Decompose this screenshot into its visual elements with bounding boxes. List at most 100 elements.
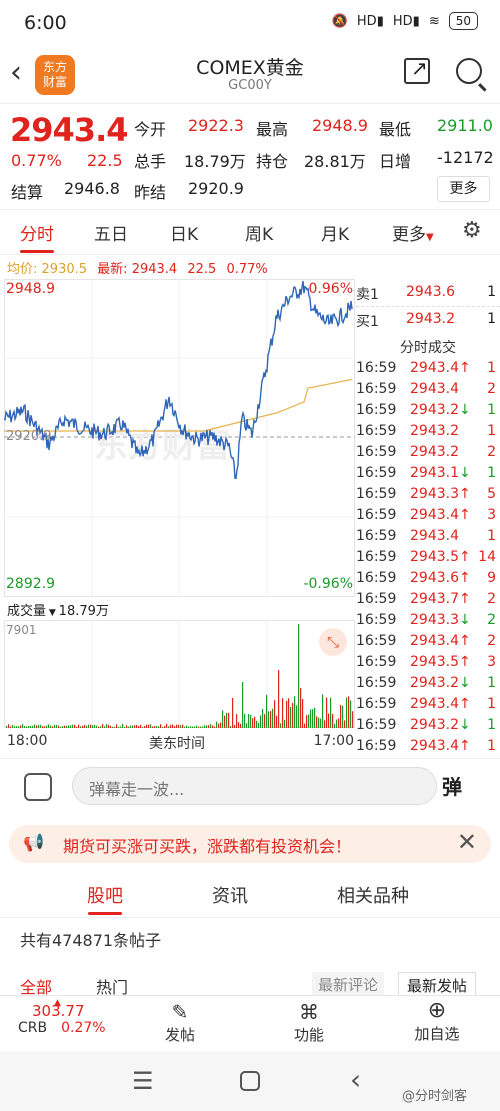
tab-daily-k[interactable]: 日K xyxy=(170,220,198,245)
volume-bar xyxy=(108,724,110,728)
post-button[interactable]: ✎ 发帖 xyxy=(155,1000,205,1045)
latest-label: 最新: xyxy=(97,262,128,277)
tick-row: 16:59 2943.2↓ 1 xyxy=(356,402,496,418)
volume-bar xyxy=(96,725,98,728)
add-watchlist-button[interactable]: ⊕ 加自选 xyxy=(404,998,470,1044)
volume-bar xyxy=(244,713,246,728)
volume-bar xyxy=(224,715,226,728)
daily-inc-value: -12172 xyxy=(437,148,494,167)
back-nav-icon[interactable]: ‹ xyxy=(350,1063,361,1096)
volume-bar xyxy=(94,725,96,728)
volume-bar xyxy=(302,699,304,728)
tick-row: 16:59 2943.4↑ 2 xyxy=(356,633,496,649)
menu-icon[interactable]: ☰ xyxy=(132,1067,154,1095)
danmu-toggle-icon[interactable] xyxy=(24,773,52,801)
tab-guba[interactable]: 股吧 xyxy=(87,882,123,908)
tick-row: 16:59 2943.4↑ 1 xyxy=(356,360,496,376)
volume-bar xyxy=(138,726,140,728)
volume-bar xyxy=(276,715,278,728)
expand-icon[interactable]: ⤡ xyxy=(319,628,347,656)
volume-bar xyxy=(72,724,74,728)
volume-bar xyxy=(194,726,196,728)
tick-row: 16:59 2943.5↑ 14 xyxy=(356,549,496,565)
volume-bar xyxy=(220,722,222,728)
volume-bar xyxy=(312,709,314,728)
volume-bar xyxy=(100,726,102,728)
volume-bar xyxy=(314,707,316,728)
last-price: 2943.4 xyxy=(10,111,128,149)
search-icon[interactable] xyxy=(456,58,482,84)
tab-more[interactable]: 更多▼ xyxy=(392,220,434,245)
more-button[interactable]: 更多 xyxy=(437,176,490,202)
volume-bar xyxy=(146,724,148,728)
volume-bar xyxy=(10,726,12,728)
share-icon[interactable] xyxy=(404,56,430,84)
volume-bar xyxy=(64,725,66,728)
tab-monthly-k[interactable]: 月K xyxy=(321,220,349,245)
volume-bar xyxy=(176,724,178,728)
danmu-button[interactable]: 弹 xyxy=(442,771,462,800)
quote-panel: 2943.4 0.77% 22.5 今开 2922.3 最高 2948.9 最低… xyxy=(0,103,500,209)
edit-icon: ✎ xyxy=(171,1000,189,1024)
volume-bar xyxy=(196,725,198,728)
volume-bar xyxy=(130,725,132,728)
volume-bar xyxy=(258,722,260,728)
volume-bar xyxy=(68,725,70,728)
volume-bar xyxy=(154,726,156,728)
tick-row: 16:59 2943.4 2 xyxy=(356,381,496,397)
oi-value: 28.81万 xyxy=(304,152,366,171)
volume-bar xyxy=(98,726,100,728)
functions-button[interactable]: ⌘ 功能 xyxy=(284,1000,334,1045)
intraday-chart[interactable]: 东方财富 2948.9 0.96% 2920.9 2892.9 -0.96% xyxy=(3,279,355,597)
volume-bar xyxy=(74,724,76,728)
volume-bar xyxy=(230,725,232,728)
volume-chart-svg xyxy=(4,620,355,728)
volume-bar xyxy=(216,721,218,728)
tab-related[interactable]: 相关品种 xyxy=(337,882,409,908)
danmu-bar: 弹幕走一波... 弹 xyxy=(0,758,500,814)
post-count: 共有474871条帖子 xyxy=(20,931,162,950)
volume-bar xyxy=(62,726,64,728)
ticks-title: 分时成交 xyxy=(400,340,456,356)
tab-news[interactable]: 资讯 xyxy=(212,882,248,908)
latest-change: 22.5 xyxy=(187,262,217,277)
bottom-toolbar: ▲ 303.77 CRB 0.27% ✎ 发帖 ⌘ 功能 ⊕ 加自选 xyxy=(0,995,500,1050)
axis-mid-label: 美东时间 xyxy=(149,736,205,752)
volume-bar xyxy=(48,724,50,728)
volume-bar xyxy=(16,726,18,728)
volume-bar xyxy=(294,696,296,728)
volume-bar xyxy=(180,725,182,728)
tick-row: 16:59 2943.4↑ 1 xyxy=(356,696,496,712)
volume-bar xyxy=(288,698,290,728)
crb-pct: 0.27% xyxy=(61,1020,106,1036)
change-value: 22.5 xyxy=(87,151,123,170)
home-icon[interactable] xyxy=(240,1071,260,1091)
bid-row: 买1 2943.2 1 xyxy=(356,311,496,330)
status-time: 6:00 xyxy=(24,12,67,34)
volume-bar xyxy=(104,726,106,728)
tab-five-day[interactable]: 五日 xyxy=(94,220,128,245)
volume-bar xyxy=(222,710,224,728)
volume-bar xyxy=(334,723,336,728)
volume-bar xyxy=(158,726,160,728)
settings-icon[interactable]: ⚙ xyxy=(462,218,482,243)
danmu-input[interactable]: 弹幕走一波... xyxy=(72,767,437,805)
change-percent: 0.77% xyxy=(11,151,62,170)
mute-icon: 🔕 xyxy=(331,13,348,29)
crb-index[interactable]: ▲ 303.77 CRB 0.27% xyxy=(18,998,108,1036)
banner-text: 期货可买涨可买跌，涨跌都有投资机会！ xyxy=(63,837,352,856)
tab-intraday[interactable]: 分时 xyxy=(20,220,54,245)
prev-settle-value: 2920.9 xyxy=(188,179,244,198)
volume-bar xyxy=(116,724,118,728)
volume-bar xyxy=(34,724,36,728)
volume-bar xyxy=(352,711,354,728)
volume-header[interactable]: 成交量 ▼ 18.79万 xyxy=(7,600,109,619)
close-icon[interactable]: ✕ xyxy=(457,828,477,856)
promo-banner[interactable]: 📢 期货可买涨可买跌，涨跌都有投资机会！ ✕ xyxy=(9,825,491,863)
axis-start-time: 18:00 xyxy=(7,733,48,749)
volume-bar xyxy=(310,709,312,728)
volume-bar xyxy=(82,725,84,728)
tab-weekly-k[interactable]: 周K xyxy=(245,220,273,245)
filter-latest-comment[interactable]: 最新评论 xyxy=(312,972,385,997)
volume-bar xyxy=(282,698,284,728)
